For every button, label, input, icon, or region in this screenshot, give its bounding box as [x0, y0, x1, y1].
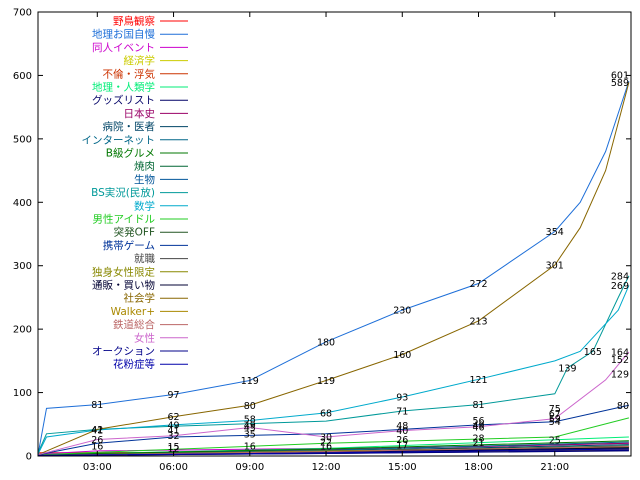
data-label: 119	[241, 376, 259, 387]
legend-label: BS実況(民放)	[91, 186, 155, 199]
legend-label: 就職	[134, 252, 155, 265]
legend-label: 通販・買い物	[92, 279, 155, 292]
data-label: 129	[611, 370, 629, 381]
x-tick-label: 12:00	[312, 462, 341, 473]
legend-label: 日本史	[124, 107, 156, 120]
data-label: 160	[393, 350, 411, 361]
data-label: 81	[91, 400, 103, 411]
legend-label: 焼肉	[134, 160, 155, 173]
legend-label: 経済学	[124, 54, 156, 67]
data-label: 32	[167, 431, 179, 442]
data-label: 81	[472, 400, 484, 411]
y-tick-label: 700	[13, 8, 32, 19]
legend-label: 野鳥観察	[113, 15, 155, 28]
legend-label: 生物	[134, 173, 155, 186]
data-label: 16	[320, 441, 332, 452]
data-label: 21	[472, 438, 484, 449]
data-label: 46	[472, 422, 484, 433]
x-tick-label: 06:00	[159, 462, 188, 473]
x-tick-label: 18:00	[464, 462, 493, 473]
data-label: 301	[546, 261, 564, 272]
legend-label: 数学	[134, 199, 155, 212]
data-label: 17	[396, 441, 408, 452]
legend-label: 病院・医者	[103, 120, 156, 133]
legend-label: 不倫・浮気	[103, 67, 156, 80]
y-tick-label: 600	[13, 71, 32, 82]
legend-label: 地理・人類学	[92, 81, 155, 94]
data-label: 213	[469, 316, 487, 327]
legend-label: 花粉症等	[113, 358, 155, 371]
data-label: 119	[317, 376, 335, 387]
data-label: 139	[558, 363, 576, 374]
data-label: 35	[244, 429, 256, 440]
data-label: 68	[320, 408, 332, 419]
y-tick-label: 100	[13, 388, 32, 399]
y-tick-label: 300	[13, 261, 32, 272]
legend-label: 地理お国自慢	[92, 28, 155, 41]
legend-label: 鉄道総合	[113, 318, 155, 331]
data-label: 16	[91, 441, 103, 452]
data-label: 71	[396, 406, 408, 417]
legend-label: B級グルメ	[106, 147, 155, 160]
y-tick-label: 0	[26, 452, 32, 463]
data-label: 25	[549, 436, 561, 447]
data-label: 354	[546, 227, 564, 238]
legend-label: オークション	[92, 346, 155, 358]
legend-label: グッズリスト	[92, 94, 155, 107]
data-label: 80	[244, 401, 256, 412]
x-tick-label: 03:00	[83, 462, 112, 473]
x-tick-label: 09:00	[235, 462, 264, 473]
data-label: 97	[167, 390, 179, 401]
legend-label: 同人イベント	[92, 42, 155, 54]
x-tick-label: 15:00	[388, 462, 417, 473]
line-chart: 8197119180230272354601589801191602133012…	[0, 0, 640, 480]
data-label: 230	[393, 306, 411, 317]
y-tick-label: 500	[13, 134, 32, 145]
legend-label: 独身女性限定	[92, 265, 155, 278]
legend-label: 社会学	[124, 292, 156, 305]
data-label: 269	[611, 281, 629, 292]
legend-label: 携帯ゲーム	[103, 239, 155, 252]
legend-label: 女性	[134, 331, 155, 344]
data-label: 16	[244, 441, 256, 452]
legend-label: インターネット	[82, 134, 156, 146]
legend-label: 男性アイドル	[93, 213, 155, 226]
data-label: 589	[611, 78, 629, 89]
data-label: 180	[317, 337, 335, 348]
data-label: 80	[617, 401, 629, 412]
x-tick-label: 21:00	[540, 462, 569, 473]
data-label: 272	[469, 279, 487, 290]
legend-label: 突発OFF	[114, 226, 155, 239]
data-label: 121	[469, 375, 487, 386]
data-label: 165	[584, 347, 602, 358]
data-label: 152	[611, 355, 629, 366]
data-label: 59	[549, 414, 561, 425]
y-tick-label: 400	[13, 198, 32, 209]
legend-label: Walker+	[111, 306, 155, 318]
data-label: 93	[396, 393, 408, 404]
y-tick-label: 200	[13, 325, 32, 336]
